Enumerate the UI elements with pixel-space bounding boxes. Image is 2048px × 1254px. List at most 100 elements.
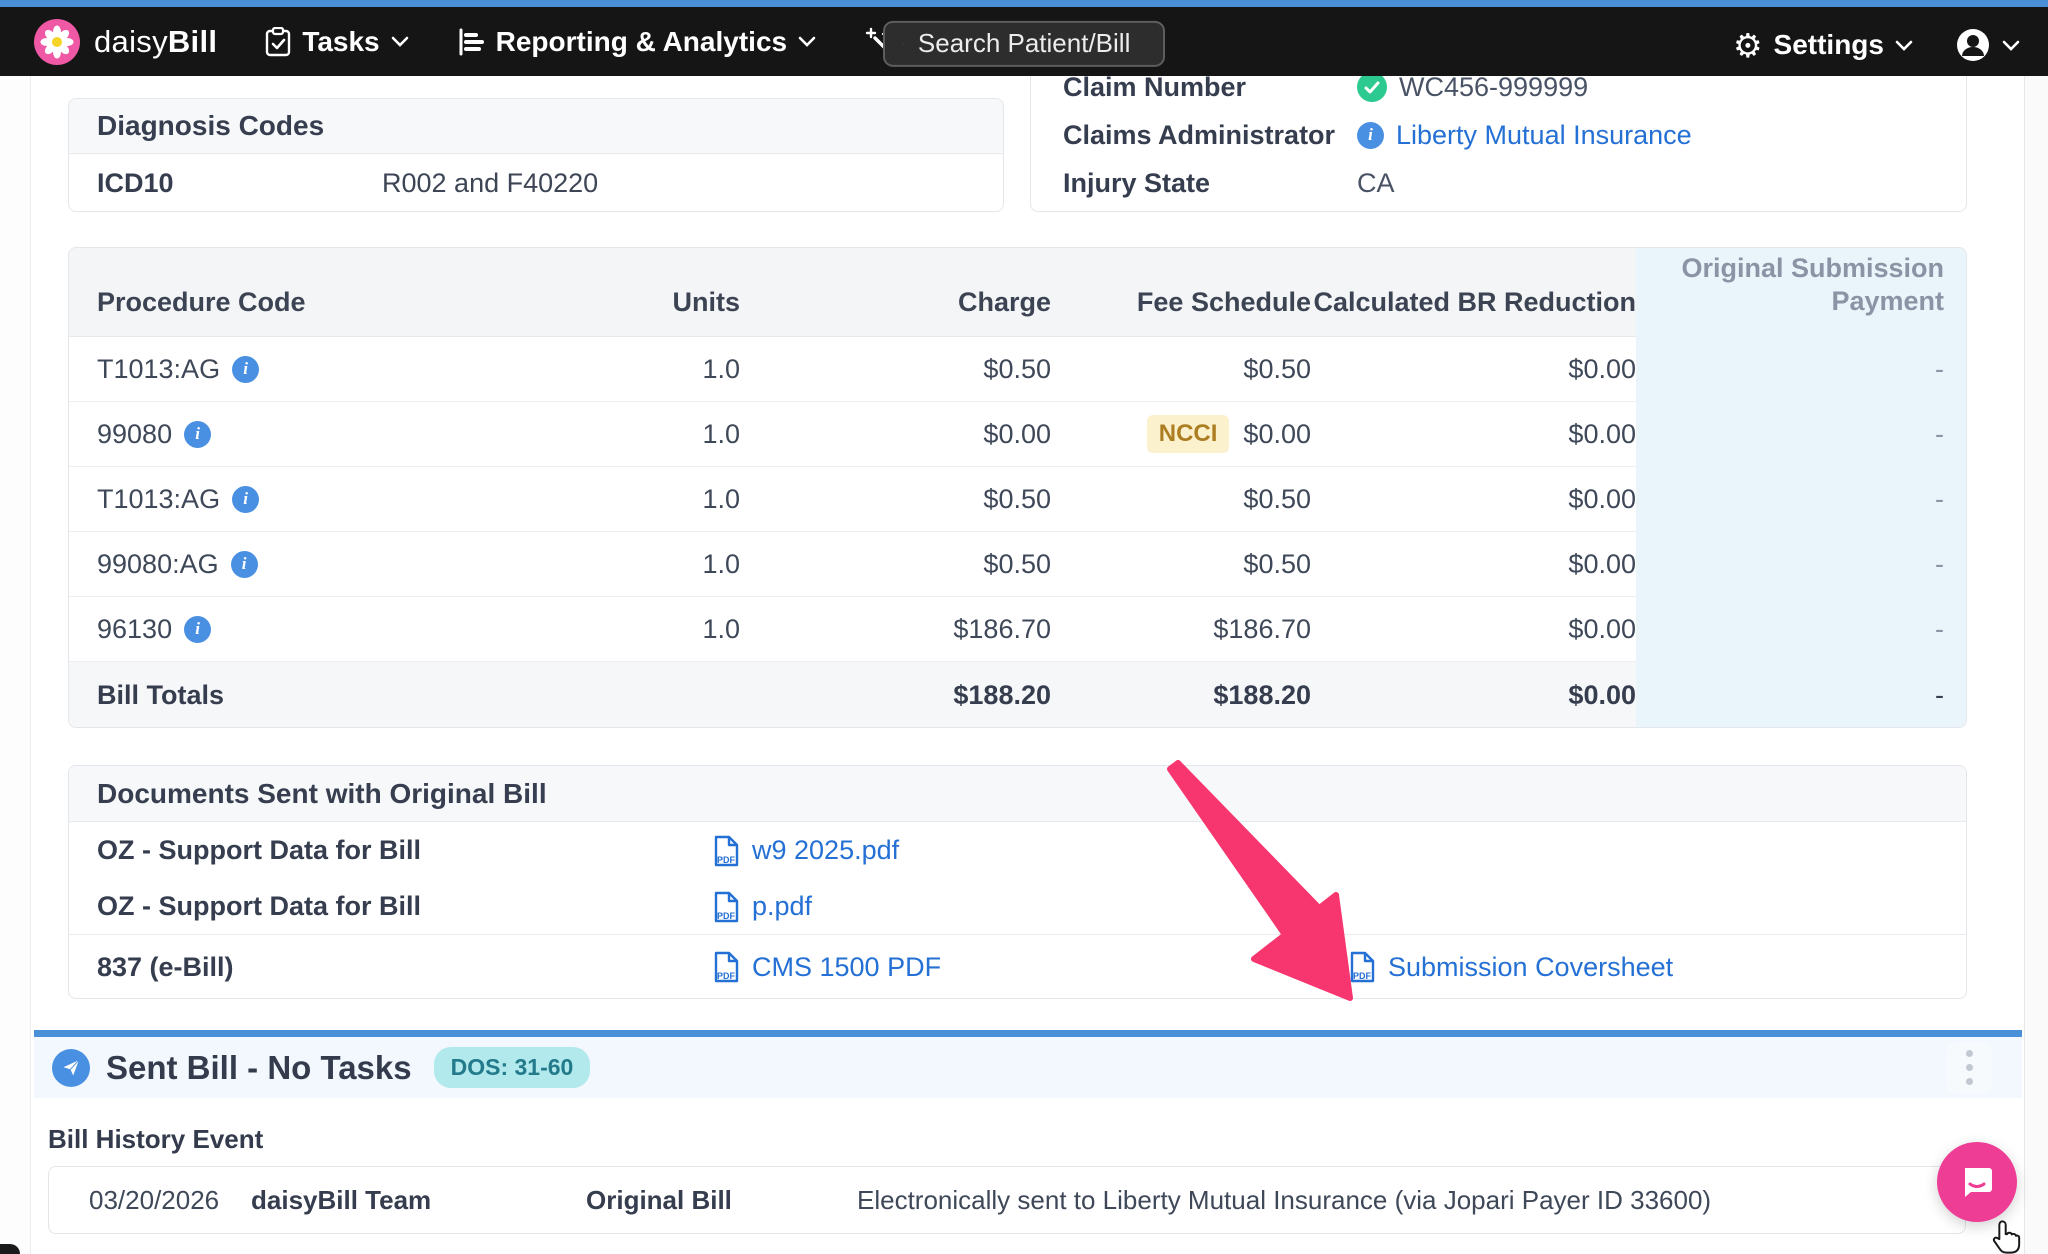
- chevron-down-icon: [391, 36, 409, 47]
- claim-info-text: WC456-999999: [1399, 72, 1588, 103]
- document-row: 837 (e-Bill)PDFCMS 1500 PDFPDFSubmission…: [69, 935, 1966, 999]
- paper-plane-icon: [52, 1049, 90, 1087]
- totals-payment-cell: -: [1636, 662, 1966, 728]
- claim-info-label: Claims Administrator: [1063, 120, 1357, 151]
- claim-info-row: Claims Administratori Liberty Mutual Insu…: [1031, 111, 1966, 159]
- units-cell: 1.0: [629, 402, 740, 467]
- units-cell: 1.0: [629, 532, 740, 597]
- charge-cell: $0.00: [740, 402, 1051, 467]
- procedure-code: T1013:AG: [97, 354, 220, 385]
- diagnosis-codes-card: Diagnosis Codes ICD10R002 and F40220: [68, 98, 1004, 212]
- claim-info-row: Injury StateCA: [1031, 159, 1966, 207]
- br-reduction-cell: $0.00: [1311, 402, 1636, 467]
- diagnosis-codes-title: Diagnosis Codes: [69, 99, 1003, 154]
- bill-history-card: 03/20/2026daisyBill TeamOriginal BillEle…: [48, 1166, 1966, 1234]
- claim-info-value[interactable]: i Liberty Mutual Insurance: [1357, 120, 1966, 151]
- procedure-code-cell: 96130 i: [69, 597, 629, 662]
- document-link-text: p.pdf: [752, 891, 812, 922]
- daisybill-logo[interactable]: daisyBill: [34, 19, 217, 65]
- history-description: Electronically sent to Liberty Mutual In…: [857, 1185, 1965, 1216]
- nav-settings[interactable]: ⚙ Settings: [1733, 29, 1913, 62]
- kebab-menu-button[interactable]: [1946, 1042, 1992, 1094]
- scrollbar-track[interactable]: [2024, 76, 2048, 1254]
- bar-chart-icon: [457, 28, 485, 56]
- diagnosis-code-type: ICD10: [97, 168, 382, 199]
- procedure-code-cell: T1013:AGi: [69, 467, 629, 532]
- diagnosis-row: ICD10R002 and F40220: [69, 154, 1003, 212]
- document-pdf-link[interactable]: PDF p.pdf: [713, 891, 1349, 923]
- claim-info-value: CA: [1357, 168, 1966, 199]
- br-reduction-cell: $0.00: [1311, 597, 1636, 662]
- brand-wordmark: daisyBill: [94, 24, 217, 60]
- mouse-cursor: [1988, 1220, 2022, 1254]
- pdf-file-icon: PDF: [713, 951, 740, 983]
- info-icon[interactable]: i: [232, 486, 259, 513]
- claims-administrator-link[interactable]: Liberty Mutual Insurance: [1396, 120, 1692, 151]
- procedure-code-cell: T1013:AG i: [69, 337, 629, 402]
- sent-bill-status-bar: Sent Bill - No Tasks DOS: 31-60: [34, 1030, 2022, 1098]
- documents-card: Documents Sent with Original Bill OZ - S…: [68, 765, 1967, 999]
- pdf-file-icon: PDF: [713, 835, 740, 867]
- search-patient-bill-input[interactable]: Search Patient/Bill: [883, 20, 1165, 66]
- documents-card-title: Documents Sent with Original Bill: [69, 766, 1966, 822]
- charge-row: T1013:AGi1.0$0.50$0.50$0.00-: [69, 337, 1966, 402]
- charge-row: 99080:AGi1.0$0.50$0.50$0.00-: [69, 532, 1966, 597]
- info-icon[interactable]: i: [231, 551, 258, 578]
- nav-reporting-analytics[interactable]: Reporting & Analytics: [457, 26, 816, 58]
- totals-fee-cell: $188.20: [1051, 662, 1311, 728]
- status-title: Sent Bill - No Tasks: [106, 1049, 412, 1087]
- document-type-label: OZ - Support Data for Bill: [97, 835, 713, 866]
- claim-info-label: Claim Number: [1063, 72, 1357, 103]
- info-icon[interactable]: i: [184, 616, 211, 643]
- document-link-text: Submission Coversheet: [1388, 952, 1673, 983]
- charge-cell: $0.50: [740, 337, 1051, 402]
- totals-units-cell: [629, 662, 740, 728]
- units-cell: 1.0: [629, 597, 740, 662]
- diagnosis-code-value: R002 and F40220: [382, 168, 1003, 199]
- charge-cell: $0.50: [740, 532, 1051, 597]
- charges-table-card: Procedure CodeUnitsChargeFee ScheduleCal…: [68, 247, 1967, 728]
- fee-schedule-cell: $0.50: [1051, 532, 1311, 597]
- chevron-down-icon: [798, 36, 816, 47]
- payment-cell: -: [1636, 337, 1966, 402]
- document-pdf-link[interactable]: PDFCMS 1500 PDF: [713, 951, 1349, 983]
- fee-schedule-cell: $0.50: [1051, 467, 1311, 532]
- account-menu[interactable]: [1955, 27, 2020, 63]
- payment-cell: -: [1636, 532, 1966, 597]
- fee-schedule-cell: $0.50: [1051, 337, 1311, 402]
- procedure-code: 99080:AG: [97, 549, 219, 580]
- document-pdf-link[interactable]: PDFw9 2025.pdf: [713, 835, 1349, 867]
- totals-charge-cell: $188.20: [740, 662, 1051, 728]
- procedure-code-cell: 99080:AG i: [69, 532, 629, 597]
- submission-coversheet-link[interactable]: PDF Submission Coversheet: [1349, 951, 1966, 983]
- gear-icon: ⚙: [1733, 29, 1763, 62]
- payment-cell: -: [1636, 402, 1966, 467]
- units-cell: 1.0: [629, 467, 740, 532]
- claim-info-text: CA: [1357, 168, 1395, 199]
- info-icon[interactable]: i: [232, 356, 259, 383]
- fee-schedule-cell: $186.70: [1051, 597, 1311, 662]
- ncci-badge[interactable]: NCCI: [1147, 415, 1230, 453]
- column-header: Calculated BR Reduction: [1311, 248, 1636, 337]
- top-navigation-bar: daisyBill Tasks Reporting & Analytics: [0, 0, 2048, 76]
- bill-totals-label: Bill Totals: [69, 662, 629, 728]
- pdf-file-icon: PDF: [713, 891, 740, 923]
- charge-row: T1013:AGi1.0$0.50$0.50$0.00-: [69, 467, 1966, 532]
- svg-text:PDF: PDF: [717, 855, 736, 865]
- br-reduction-cell: $0.00: [1311, 337, 1636, 402]
- column-header: Original SubmissionPayment: [1636, 248, 1966, 337]
- column-header-text: Original SubmissionPayment: [1681, 252, 1944, 320]
- totals-br-cell: $0.00: [1311, 662, 1636, 728]
- chat-launcher-button[interactable]: [1937, 1142, 2017, 1222]
- bill-totals-row: Bill Totals$188.20$188.20$0.00-: [69, 662, 1966, 728]
- svg-text:PDF: PDF: [1353, 971, 1372, 981]
- nav-tasks[interactable]: Tasks: [265, 26, 408, 58]
- dos-badge: DOS: 31-60: [434, 1047, 591, 1088]
- bill-history-row: 03/20/2026daisyBill TeamOriginal BillEle…: [49, 1167, 1965, 1233]
- info-icon[interactable]: i: [1357, 122, 1384, 149]
- daisybill-page: Claim Number WC456-999999 Claims Administr…: [0, 0, 2048, 1254]
- claim-info-label: Injury State: [1063, 168, 1357, 199]
- units-cell: 1.0: [629, 337, 740, 402]
- procedure-code: 96130: [97, 614, 172, 645]
- info-icon[interactable]: i: [184, 421, 211, 448]
